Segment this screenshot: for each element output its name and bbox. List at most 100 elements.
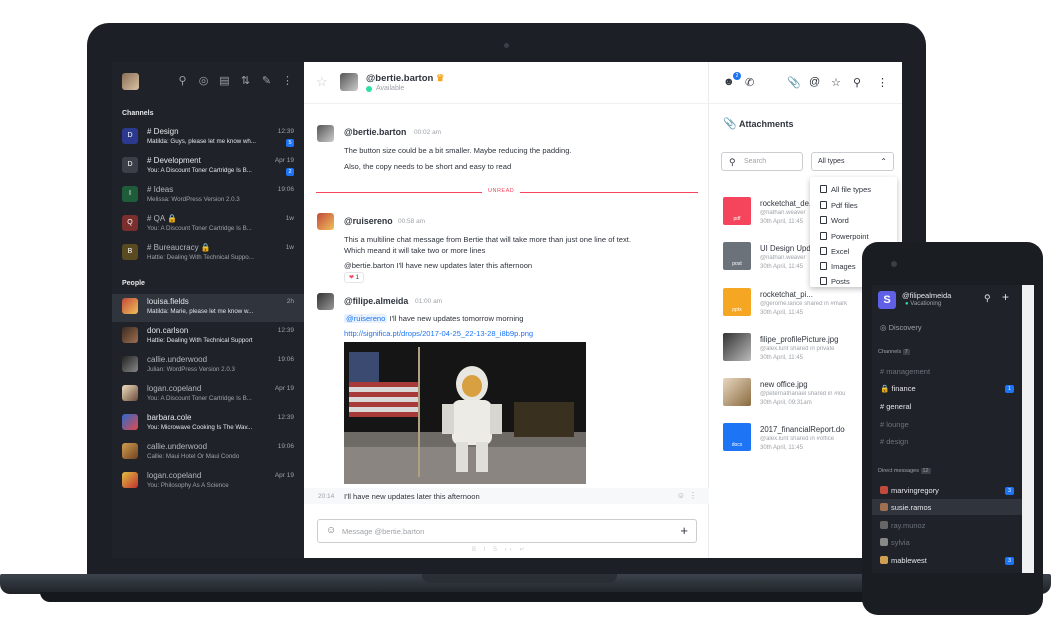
person-item-barbara-cole[interactable]: barbara.cole You: Microwave Cooking Is T…: [112, 410, 304, 438]
channel-name: Development: [153, 156, 201, 165]
reaction-count: 1: [355, 275, 360, 281]
channel-avatar: I: [122, 186, 138, 202]
paperclip-icon[interactable]: 📎: [787, 76, 801, 89]
sidebar-toolbar: ⚲ ◎ ▤ ⇅ ✎ ⋮: [176, 75, 294, 88]
at-icon[interactable]: @: [809, 76, 820, 88]
phone-status: Vacationing: [910, 301, 942, 307]
star-icon[interactable]: ☆: [316, 74, 328, 90]
phone-dm-mablewest[interactable]: mablewest: [880, 556, 927, 565]
file-icon: [820, 201, 827, 209]
message-text: The button size could be a bit smaller. …: [344, 146, 572, 155]
phone-dm-marvingregory[interactable]: marvingregory: [880, 486, 939, 495]
message-composer[interactable]: ☺ Message @bertie.barton +: [317, 519, 697, 543]
workspace-logo[interactable]: S: [878, 291, 896, 309]
message-author[interactable]: @ruisereno: [344, 216, 393, 226]
message-avatar[interactable]: [317, 293, 334, 310]
channel-item-bureaucracy[interactable]: B # Bureaucracy 🔒 Hattie: Dealing With T…: [112, 240, 304, 268]
person-item-don-carlson[interactable]: don.carlson Hattie: Dealing With Technic…: [112, 323, 304, 351]
dropdown-option-powerpoint[interactable]: Powerpoint: [820, 232, 869, 241]
channel-time: 12:39: [277, 128, 294, 135]
dropdown-option-pdf[interactable]: Pdf files: [820, 201, 858, 210]
message-menu-icon[interactable]: ⋮: [689, 491, 697, 500]
phone-channel-design[interactable]: # design: [880, 437, 908, 446]
phone-scroll-overlay: [1022, 285, 1034, 573]
channel-item-ideas[interactable]: I # Ideas Melissa: WordPress Version 2.0…: [112, 182, 304, 210]
phone-icon[interactable]: ✆: [745, 76, 754, 89]
channel-avatar: D: [122, 128, 138, 144]
phone-channel-management[interactable]: # management: [880, 367, 930, 376]
attached-image[interactable]: [344, 342, 586, 484]
add-reaction-icon[interactable]: ☺: [677, 491, 685, 500]
dropdown-option-excel[interactable]: Excel: [820, 247, 849, 256]
attachments-search-input[interactable]: ⚲ Search: [721, 152, 803, 171]
phone-dm-ray-munoz[interactable]: ray.munoz: [880, 521, 925, 530]
channels-label: Channels: [878, 349, 902, 355]
dropdown-option-word[interactable]: Word: [820, 216, 849, 225]
dropdown-option-images[interactable]: Images: [820, 262, 856, 271]
user-avatar: [880, 556, 888, 564]
more-icon[interactable]: ⋮: [281, 75, 294, 88]
message-author[interactable]: @filipe.almeida: [344, 296, 408, 306]
search-icon[interactable]: ⚲: [853, 76, 861, 89]
lock-icon: 🔒: [880, 384, 890, 393]
channel-last-message: Melissa: WordPress Version 2.0.3: [147, 196, 240, 203]
channel-item-qa[interactable]: Q # QA 🔒 You: A Discount Toner Cartridge…: [112, 211, 304, 239]
file-type-select[interactable]: All types ⌃: [811, 152, 894, 171]
channel-item-design[interactable]: D # Design Matilda: Guys, please let me …: [112, 124, 304, 152]
person-name: logan.copeland: [147, 471, 202, 480]
globe-icon[interactable]: ◎: [197, 75, 210, 88]
person-time: 19:06: [277, 356, 294, 363]
message-link[interactable]: http://significa.pt/drops/2017-04-25_22-…: [344, 329, 533, 338]
phone-dm-sylvia[interactable]: sylvia: [880, 538, 910, 547]
person-last-message: You: Philosophy As A Science: [147, 482, 229, 489]
dropdown-option-posts[interactable]: Posts: [820, 277, 850, 286]
person-item-louisa-fields[interactable]: louisa.fields Matilda: Marie, please let…: [112, 294, 304, 322]
directory-icon[interactable]: ▤: [218, 75, 231, 88]
image-icon: [820, 262, 827, 270]
composer-placeholder: Message @bertie.barton: [342, 527, 425, 536]
person-item-logan-copeland-2[interactable]: logan.copeland You: Philosophy As A Scie…: [112, 468, 304, 496]
sort-icon[interactable]: ⇅: [239, 75, 252, 88]
unread-badge: 1: [1005, 385, 1014, 393]
channel-item-development[interactable]: D # Development You: A Discount Toner Ca…: [112, 153, 304, 181]
reaction-heart[interactable]: ❤ 1: [344, 272, 364, 283]
phone-channel-lounge[interactable]: # lounge: [880, 420, 909, 429]
emoji-icon[interactable]: ☺: [326, 525, 336, 536]
phone-username[interactable]: @filipealmeida: [902, 291, 951, 300]
kebab-icon[interactable]: ⋮: [877, 76, 888, 89]
format-toolbar[interactable]: B I S ‹› ↵: [472, 546, 527, 553]
message-author[interactable]: @bertie.barton: [344, 127, 406, 137]
dropdown-option-all[interactable]: All file types: [820, 185, 871, 194]
search-icon[interactable]: ⚲: [176, 75, 189, 88]
plus-icon[interactable]: +: [1002, 290, 1009, 304]
docx-file-icon: docx: [723, 423, 751, 451]
person-item-logan-copeland[interactable]: logan.copeland You: A Discount Toner Car…: [112, 381, 304, 409]
search-icon[interactable]: ⚲: [984, 293, 991, 304]
search-icon: ⚲: [729, 157, 736, 167]
file-date: 30th April, 09:31am: [760, 400, 812, 406]
pptx-file-icon: pptx: [723, 288, 751, 316]
mention-link[interactable]: @ruisereno: [344, 314, 388, 323]
person-avatar: [122, 385, 138, 401]
person-name: louisa.fields: [147, 297, 189, 306]
message-time: 20:14: [318, 493, 335, 500]
discovery-link[interactable]: Discovery: [889, 323, 922, 332]
channels-count: 7: [902, 349, 910, 355]
phone-channel-finance[interactable]: 🔒 finance: [880, 384, 916, 393]
person-last-message: Matilda: Marie, please let me know w...: [147, 308, 254, 315]
message-row-hover[interactable]: 20:14 I'll have new updates later this a…: [304, 488, 709, 504]
plus-icon[interactable]: +: [680, 523, 688, 538]
person-name: barbara.cole: [147, 413, 192, 422]
star-outline-icon[interactable]: ☆: [831, 76, 841, 89]
edit-icon[interactable]: ✎: [260, 75, 273, 88]
message-avatar[interactable]: [317, 213, 334, 230]
message-avatar[interactable]: [317, 125, 334, 142]
phone-channel-general[interactable]: # general: [880, 402, 911, 411]
user-avatar[interactable]: [122, 73, 139, 90]
file-date: 30th April, 11:45: [760, 355, 803, 361]
message-text: Also, the copy needs to be short and eas…: [344, 162, 512, 171]
person-item-callie-underwood-2[interactable]: callie.underwood Callie: Maui Hotel Or M…: [112, 439, 304, 467]
person-item-callie-underwood[interactable]: callie.underwood Julian: WordPress Versi…: [112, 352, 304, 380]
hash-icon: #: [147, 127, 154, 136]
phone-dm-susie-ramos[interactable]: susie.ramos: [880, 503, 931, 512]
